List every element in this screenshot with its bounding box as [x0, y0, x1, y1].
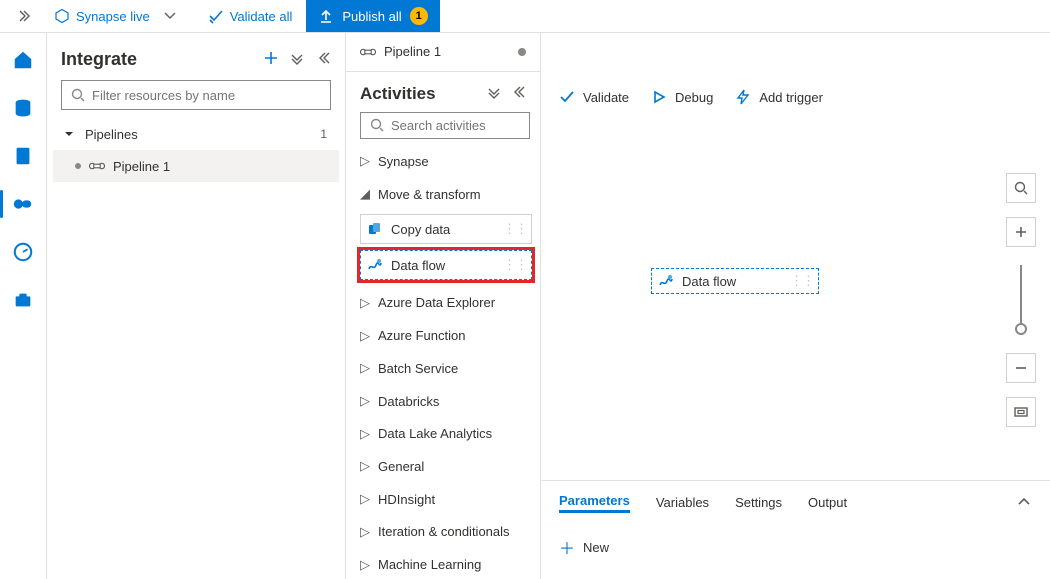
tree-item-label: Pipeline 1	[113, 159, 331, 174]
unsaved-dot-icon	[75, 163, 81, 169]
tree-item-pipeline1[interactable]: Pipeline 1	[53, 150, 339, 182]
activity-data-flow[interactable]: Data flow ⋮⋮	[360, 250, 532, 280]
rail-develop-icon[interactable]	[6, 139, 40, 173]
new-parameter-button[interactable]: ＋ New	[559, 525, 1032, 579]
left-nav-rail	[0, 33, 46, 579]
validate-all-button[interactable]: Validate all	[198, 0, 303, 32]
tab-variables[interactable]: Variables	[656, 495, 709, 512]
search-icon	[369, 117, 385, 133]
tab-label: Pipeline 1	[384, 44, 441, 59]
validate-button[interactable]: Validate	[559, 89, 629, 105]
activity-group-synapse[interactable]: ▷ Synapse	[360, 147, 532, 176]
collapse-activities-icon[interactable]	[510, 84, 526, 103]
activity-group-move-transform[interactable]: ◢ Move & transform	[360, 180, 532, 209]
rail-data-icon[interactable]	[6, 91, 40, 125]
collapse-bottom-icon[interactable]	[1016, 494, 1032, 513]
rail-manage-icon[interactable]	[6, 283, 40, 317]
activity-group-dla[interactable]: ▷Data Lake Analytics	[360, 419, 532, 448]
tab-parameters[interactable]: Parameters	[559, 493, 630, 513]
add-resource-button[interactable]	[263, 50, 279, 69]
drag-grip-icon: ⋮⋮	[503, 221, 527, 237]
rail-integrate-icon[interactable]	[6, 187, 40, 221]
data-flow-icon	[367, 257, 383, 273]
drag-grip-icon: ⋮⋮	[790, 273, 814, 289]
zoom-slider[interactable]	[1020, 265, 1022, 335]
activity-group-general[interactable]: ▷General	[360, 452, 532, 481]
rail-monitor-icon[interactable]	[6, 235, 40, 269]
publish-all-button[interactable]: Publish all 1	[306, 0, 439, 32]
tab-settings[interactable]: Settings	[735, 495, 782, 512]
search-activities-input-wrap[interactable]	[360, 112, 530, 139]
tree-group-label: Pipelines	[85, 127, 312, 142]
add-trigger-button[interactable]: Add trigger	[735, 89, 823, 105]
caret-down-icon: ◢	[360, 186, 370, 202]
filter-icon	[70, 87, 86, 103]
zoom-out-button[interactable]	[1006, 353, 1036, 383]
drag-grip-icon: ⋮⋮	[503, 257, 527, 273]
expand-activities-icon[interactable]	[486, 84, 502, 103]
fit-screen-button[interactable]	[1006, 397, 1036, 427]
activity-copy-data[interactable]: Copy data ⋮⋮	[360, 214, 532, 244]
canvas-search-button[interactable]	[1006, 173, 1036, 203]
tab-pipeline1[interactable]: Pipeline 1	[360, 44, 441, 60]
activity-group-ade[interactable]: ▷Azure Data Explorer	[360, 288, 532, 317]
copy-data-icon	[367, 221, 383, 237]
caret-right-icon: ▷	[360, 153, 370, 169]
data-flow-icon	[658, 273, 674, 289]
branch-label: Synapse live	[76, 9, 150, 24]
activity-group-hdinsight[interactable]: ▷HDInsight	[360, 485, 532, 514]
publish-badge: 1	[410, 7, 428, 25]
tab-output[interactable]: Output	[808, 495, 847, 512]
rail-home-icon[interactable]	[6, 43, 40, 77]
collapse-panel-icon[interactable]	[315, 50, 331, 69]
zoom-thumb[interactable]	[1015, 323, 1027, 335]
pipeline-icon	[360, 44, 376, 60]
expand-all-icon[interactable]	[289, 50, 305, 69]
expand-panel-icon[interactable]	[8, 8, 40, 24]
pipeline-icon	[89, 158, 105, 174]
pipeline-canvas[interactable]: Data flow ⋮⋮	[541, 123, 1050, 480]
zoom-in-button[interactable]	[1006, 217, 1036, 247]
activity-group-batch[interactable]: ▷Batch Service	[360, 354, 532, 383]
branch-selector[interactable]: Synapse live	[44, 0, 194, 32]
tab-unsaved-dot	[518, 48, 526, 56]
debug-button[interactable]: Debug	[651, 89, 713, 105]
publish-all-label: Publish all	[342, 9, 401, 24]
filter-resources-input-wrap[interactable]	[61, 80, 331, 110]
chevron-down-icon	[156, 7, 184, 26]
plus-icon: ＋	[559, 535, 575, 559]
caret-down-icon	[61, 126, 77, 142]
activity-group-azfunc[interactable]: ▷Azure Function	[360, 321, 532, 350]
validate-all-label: Validate all	[230, 9, 293, 24]
activity-group-iteration[interactable]: ▷Iteration & conditionals	[360, 518, 532, 547]
activity-group-ml[interactable]: ▷Machine Learning	[360, 550, 532, 579]
activity-group-databricks[interactable]: ▷Databricks	[360, 387, 532, 416]
activities-title: Activities	[360, 84, 436, 104]
tree-group-count: 1	[320, 127, 331, 141]
integrate-title: Integrate	[61, 49, 137, 70]
canvas-node-data-flow[interactable]: Data flow ⋮⋮	[651, 268, 819, 294]
tree-group-pipelines[interactable]: Pipelines 1	[53, 118, 339, 150]
filter-resources-input[interactable]	[92, 88, 322, 103]
